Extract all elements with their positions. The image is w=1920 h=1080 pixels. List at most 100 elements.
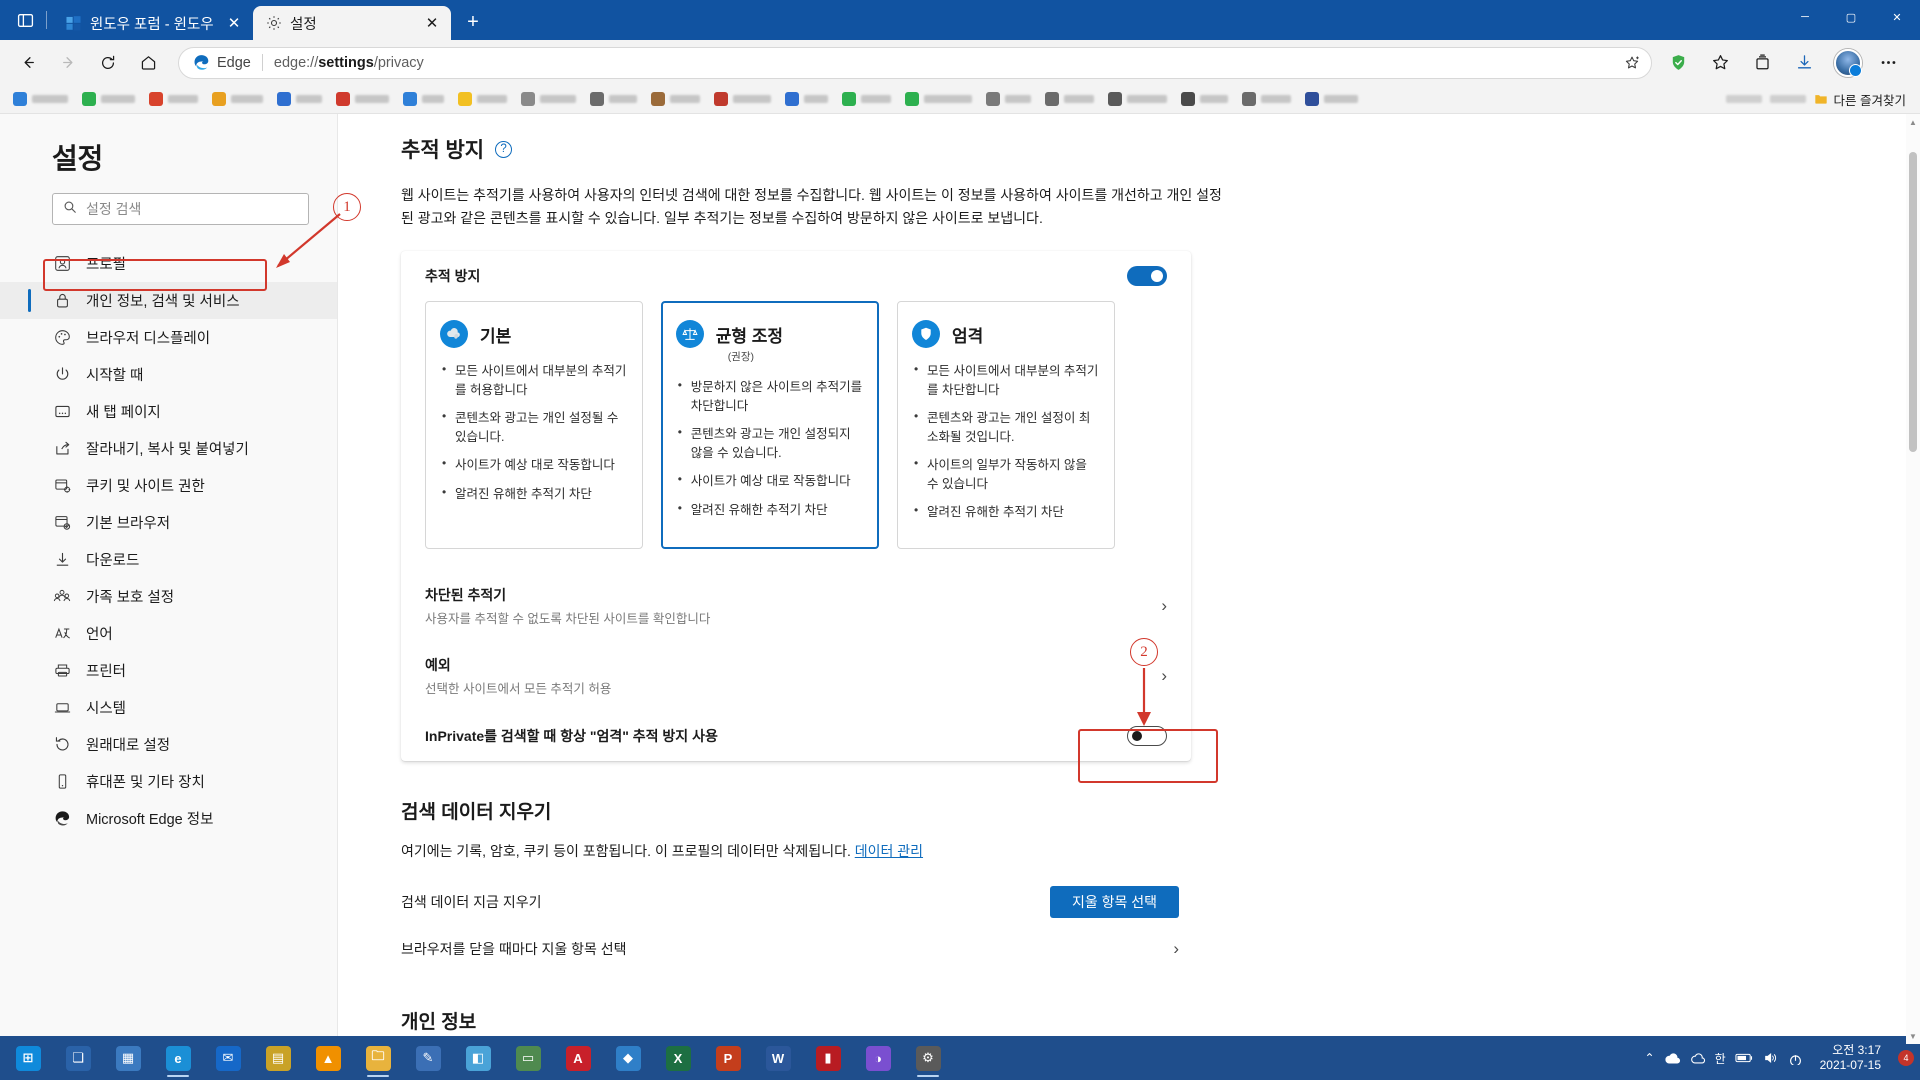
bookmark-item[interactable] bbox=[329, 88, 396, 110]
tab-list-icon[interactable] bbox=[8, 0, 42, 40]
start-button[interactable]: ⊞ bbox=[4, 1038, 52, 1078]
taskbar-clock[interactable]: 오전 3:17 2021-07-15 bbox=[1812, 1043, 1889, 1073]
tab-settings[interactable]: 설정 ✕ bbox=[253, 6, 451, 40]
refresh-button[interactable] bbox=[90, 45, 126, 81]
tracking-prevention-toggle[interactable] bbox=[1127, 266, 1167, 287]
page-scrollbar[interactable]: ▲ ▼ bbox=[1906, 114, 1920, 1044]
acrobat-taskbar-icon[interactable]: A bbox=[554, 1038, 602, 1078]
bookmark-item[interactable] bbox=[898, 88, 979, 110]
scroll-down-arrow[interactable]: ▼ bbox=[1906, 1028, 1920, 1044]
manage-data-link[interactable]: 데이터 관리 bbox=[855, 843, 923, 859]
back-button[interactable] bbox=[10, 45, 46, 81]
bookmark-item[interactable] bbox=[6, 88, 75, 110]
select-items-to-clear-button[interactable]: 지울 항목 선택 bbox=[1049, 885, 1179, 918]
settings-search-box[interactable] bbox=[52, 193, 309, 225]
tracking-row-0[interactable]: 차단된 추적기 사용자를 추적할 수 없도록 차단된 사이트를 확인합니다 › bbox=[401, 571, 1191, 641]
mail-taskbar-icon[interactable]: ✉ bbox=[204, 1038, 252, 1078]
sidebar-item-13[interactable]: 원래대로 설정 bbox=[0, 726, 337, 763]
bookmark-item[interactable] bbox=[1101, 88, 1174, 110]
more-icon[interactable] bbox=[1870, 45, 1906, 81]
bookmark-item[interactable] bbox=[142, 88, 205, 110]
close-icon[interactable]: ✕ bbox=[223, 12, 245, 34]
add-favorite-icon[interactable] bbox=[1619, 50, 1645, 76]
pdf-taskbar-icon[interactable]: ▮ bbox=[804, 1038, 852, 1078]
explorer-taskbar-icon[interactable]: 🗀 bbox=[354, 1038, 402, 1078]
bookmark-item[interactable] bbox=[1298, 88, 1365, 110]
new-tab-button[interactable]: + bbox=[457, 6, 489, 38]
scroll-thumb[interactable] bbox=[1909, 152, 1917, 452]
sidebar-item-3[interactable]: 시작할 때 bbox=[0, 356, 337, 393]
clear-on-close-row[interactable]: 브라우저를 닫을 때마다 지울 항목 선택 › bbox=[401, 927, 1191, 971]
tab-forum[interactable]: 윈도우 포럼 - 윈도우 사용자 모임 ✕ bbox=[53, 6, 253, 40]
bookmark-item[interactable] bbox=[205, 88, 270, 110]
cloud-icon[interactable] bbox=[1690, 1052, 1706, 1065]
sidebar-item-privacy[interactable]: 개인 정보, 검색 및 서비스 bbox=[0, 282, 337, 319]
close-icon[interactable]: ✕ bbox=[421, 12, 443, 34]
inprivate-strict-toggle[interactable] bbox=[1127, 725, 1167, 746]
bookmark-item[interactable] bbox=[778, 88, 835, 110]
favorites-icon[interactable] bbox=[1702, 45, 1738, 81]
help-icon[interactable]: ? bbox=[495, 140, 513, 158]
bookmark-item[interactable] bbox=[1235, 88, 1298, 110]
sidebar-item-4[interactable]: 새 탭 페이지 bbox=[0, 393, 337, 430]
battery-icon[interactable] bbox=[1735, 1052, 1754, 1064]
bookmark-item[interactable] bbox=[396, 88, 451, 110]
sidebar-item-5[interactable]: 잘라내기, 복사 및 붙여넣기 bbox=[0, 430, 337, 467]
photos-taskbar-icon[interactable]: ◑ bbox=[854, 1038, 902, 1078]
task-view-button[interactable]: ❏ bbox=[54, 1038, 102, 1078]
edge-taskbar-icon[interactable]: e bbox=[154, 1038, 202, 1078]
network-icon[interactable] bbox=[1788, 1051, 1803, 1065]
sidebar-item-14[interactable]: 휴대폰 및 기타 장치 bbox=[0, 763, 337, 800]
sidebar-item-12[interactable]: 시스템 bbox=[0, 689, 337, 726]
tracking-row-1[interactable]: 예외 선택한 사이트에서 모든 추적기 허용 › bbox=[401, 641, 1191, 711]
tracking-tile-2[interactable]: 엄격모든 사이트에서 대부분의 추적기를 차단합니다콘텐츠와 광고는 개인 설정… bbox=[897, 301, 1115, 549]
sidebar-item-9[interactable]: 가족 보호 설정 bbox=[0, 578, 337, 615]
scroll-up-arrow[interactable]: ▲ bbox=[1906, 114, 1920, 130]
tray-chevron-icon[interactable]: ⌃ bbox=[1645, 1051, 1655, 1065]
sidebar-item-0[interactable]: 프로필 bbox=[0, 245, 337, 282]
calc-taskbar-icon[interactable]: ▭ bbox=[504, 1038, 552, 1078]
tracking-tile-1[interactable]: 균형 조정 (권장) 방문하지 않은 사이트의 추적기를 차단합니다콘텐츠와 광고는… bbox=[661, 301, 879, 549]
shield-icon[interactable] bbox=[1660, 45, 1696, 81]
sidebar-item-10[interactable]: 언어 bbox=[0, 615, 337, 652]
bookmark-item[interactable] bbox=[451, 88, 514, 110]
alzip-taskbar-icon[interactable]: ◆ bbox=[604, 1038, 652, 1078]
address-bar[interactable]: Edge edge://settings/privacy bbox=[178, 46, 1652, 79]
powerpoint-taskbar-icon[interactable]: P bbox=[704, 1038, 752, 1078]
sidebar-item-6[interactable]: 쿠키 및 사이트 권한 bbox=[0, 467, 337, 504]
bookmark-item[interactable] bbox=[979, 88, 1038, 110]
settings-taskbar-icon[interactable]: ⚙ bbox=[904, 1038, 952, 1078]
sidebar-item-15[interactable]: Microsoft Edge 정보 bbox=[0, 800, 337, 837]
volume-icon[interactable] bbox=[1763, 1051, 1779, 1065]
excel-taskbar-icon[interactable]: X bbox=[654, 1038, 702, 1078]
onedrive-icon[interactable] bbox=[1664, 1051, 1681, 1065]
store-taskbar-icon[interactable]: ▤ bbox=[254, 1038, 302, 1078]
word-taskbar-icon[interactable]: W bbox=[754, 1038, 802, 1078]
bookmark-item[interactable] bbox=[644, 88, 707, 110]
sidebar-item-7[interactable]: 기본 브라우저 bbox=[0, 504, 337, 541]
minimize-button[interactable]: ─ bbox=[1782, 0, 1828, 34]
tracking-tile-0[interactable]: 기본모든 사이트에서 대부분의 추적기를 허용합니다콘텐츠와 광고는 개인 설정… bbox=[425, 301, 643, 549]
sidebar-item-2[interactable]: 브라우저 디스플레이 bbox=[0, 319, 337, 356]
notes-taskbar-icon[interactable]: ◧ bbox=[454, 1038, 502, 1078]
profile-avatar[interactable] bbox=[1834, 48, 1862, 77]
downloads-icon[interactable] bbox=[1786, 45, 1822, 81]
sidebar-item-11[interactable]: 프린터 bbox=[0, 652, 337, 689]
bookmark-item[interactable] bbox=[270, 88, 329, 110]
collections-icon[interactable] bbox=[1744, 45, 1780, 81]
bookmark-item[interactable] bbox=[75, 88, 142, 110]
close-window-button[interactable]: ✕ bbox=[1874, 0, 1920, 34]
vlc-taskbar-icon[interactable]: ▲ bbox=[304, 1038, 352, 1078]
address-text[interactable]: edge://settings/privacy bbox=[274, 55, 1619, 71]
search-input[interactable] bbox=[86, 201, 298, 217]
bookmark-item[interactable] bbox=[1174, 88, 1235, 110]
other-favorites-button[interactable]: 다른 즐겨찾기 bbox=[1814, 90, 1906, 109]
sketch-taskbar-icon[interactable]: ✎ bbox=[404, 1038, 452, 1078]
sidebar-item-8[interactable]: 다운로드 bbox=[0, 541, 337, 578]
forward-button[interactable] bbox=[50, 45, 86, 81]
bookmark-item[interactable] bbox=[835, 88, 898, 110]
maximize-button[interactable]: ▢ bbox=[1828, 0, 1874, 34]
bookmark-item[interactable] bbox=[514, 88, 583, 110]
widgets-button[interactable]: ▦ bbox=[104, 1038, 152, 1078]
home-button[interactable] bbox=[130, 45, 166, 81]
